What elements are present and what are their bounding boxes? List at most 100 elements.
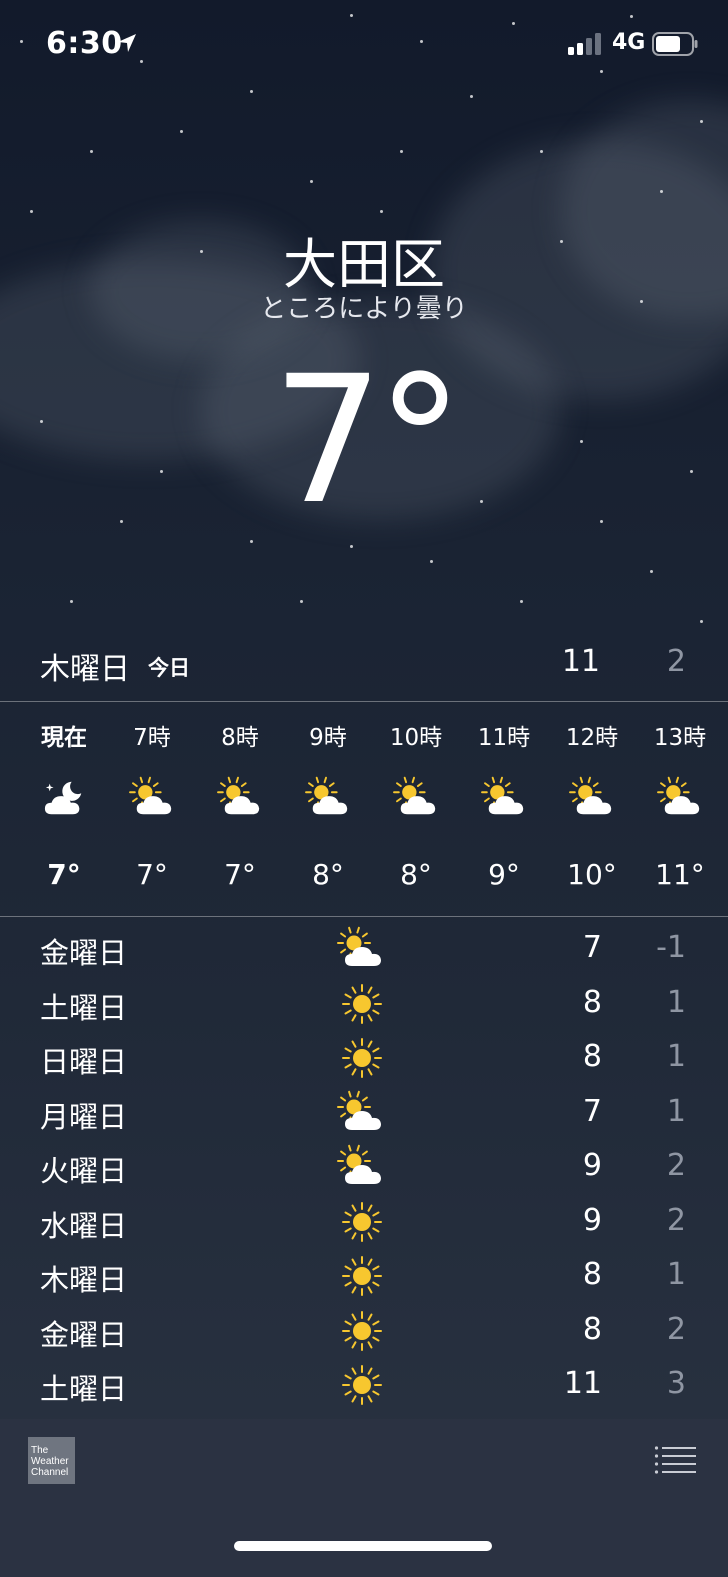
hour-temp: 11° — [655, 858, 705, 891]
star — [380, 210, 383, 213]
day-name: 月曜日 — [40, 1099, 128, 1134]
hourly-item: 11時 9° — [464, 702, 544, 916]
star — [180, 130, 183, 133]
day-high: 8 — [582, 1039, 602, 1074]
hour-temp: 7° — [136, 858, 168, 891]
day-high: 8 — [582, 1311, 602, 1347]
hourly-item: 8時 7° — [200, 702, 280, 916]
hourly-item: 10時 8° — [376, 702, 456, 916]
star — [650, 570, 653, 573]
day-high: 7 — [582, 930, 602, 965]
star — [70, 600, 73, 603]
sun-icon — [336, 1362, 388, 1408]
city-list-icon[interactable] — [654, 1445, 696, 1475]
hour-temp: 7° — [47, 858, 81, 891]
hour-label: 9時 — [309, 725, 347, 751]
day-name: 金曜日 — [40, 936, 128, 970]
hour-label: 10時 — [389, 725, 443, 751]
daily-forecast-row: 水曜日 9 2 — [0, 1195, 728, 1249]
day-name: 金曜日 — [40, 1317, 128, 1352]
day-low: 1 — [666, 1257, 686, 1292]
star — [350, 545, 353, 548]
day-high: 11 — [563, 1366, 602, 1401]
day-high: 7 — [582, 1093, 602, 1129]
sun-cloud-icon — [568, 776, 618, 820]
daily-forecast-row: 土曜日 11 3 — [0, 1358, 728, 1412]
footer-bar: The Weather Channel — [0, 1419, 728, 1577]
divider — [0, 916, 728, 917]
day-name: 日曜日 — [40, 1045, 128, 1079]
weather-condition: ところにより曇り — [260, 294, 468, 324]
daily-forecast-row: 土曜日 8 1 — [0, 977, 728, 1031]
daily-forecast-row: 金曜日 8 2 — [0, 1304, 728, 1358]
daily-forecast-row: 日曜日 8 1 — [0, 1031, 728, 1085]
star — [400, 150, 403, 153]
sun-cloud-icon — [336, 1144, 388, 1190]
star — [520, 600, 523, 603]
sun-icon — [336, 1253, 388, 1299]
star — [30, 210, 33, 213]
sun-icon — [336, 1308, 388, 1354]
day-low: 1 — [666, 1093, 686, 1129]
sun-cloud-icon — [656, 776, 706, 820]
star — [660, 190, 663, 193]
daily-forecast-row: 火曜日 9 2 — [0, 1140, 728, 1194]
sun-cloud-icon — [304, 776, 354, 820]
today-day: 木曜日 — [40, 652, 130, 687]
weather-channel-logo[interactable]: The Weather Channel — [28, 1437, 75, 1484]
daily-forecast-row: 木曜日 8 1 — [0, 1249, 728, 1303]
day-high: 8 — [582, 1257, 602, 1292]
daily-forecast-row: 金曜日 7 -1 — [0, 922, 728, 976]
hour-temp: 9° — [488, 858, 520, 891]
day-low: 2 — [666, 1148, 686, 1183]
hourly-item: 9時 8° — [288, 702, 368, 916]
sun-cloud-icon — [480, 776, 530, 820]
star — [470, 95, 473, 98]
hour-label: 8時 — [221, 725, 259, 751]
network-type: 4G — [612, 30, 646, 55]
hourly-item: 現在 7° — [24, 702, 104, 916]
hour-temp: 8° — [400, 858, 432, 891]
today-tag: 今日 — [148, 656, 190, 680]
hourly-forecast-strip[interactable]: 現在 7° 7時 7° 8時 7° 9時 8° 10時 8° 11時 9° 12時 10° 13時 11° — [0, 702, 728, 916]
signal-bars-icon — [568, 33, 601, 55]
star — [700, 120, 703, 123]
status-bar: 6:30 4G — [0, 0, 728, 90]
moon-cloud-icon — [40, 776, 90, 820]
star — [310, 180, 313, 183]
day-high: 8 — [582, 984, 602, 1020]
day-name: 水曜日 — [40, 1208, 128, 1243]
sun-icon — [336, 981, 388, 1027]
location-arrow-icon — [118, 34, 136, 52]
home-indicator[interactable] — [234, 1541, 492, 1551]
battery-icon — [652, 32, 698, 56]
sun-cloud-icon — [216, 776, 266, 820]
star — [700, 620, 703, 623]
hour-temp: 10° — [567, 858, 617, 891]
star — [300, 600, 303, 603]
hourly-item: 12時 10° — [552, 702, 632, 916]
today-low: 2 — [666, 644, 686, 679]
sun-cloud-icon — [336, 926, 388, 972]
day-low: 2 — [666, 1202, 686, 1238]
star — [250, 90, 253, 93]
today-summary-row: 木曜日 今日 11 2 — [0, 632, 728, 702]
day-name: 土曜日 — [40, 1372, 128, 1406]
daily-forecast-row: 月曜日 7 1 — [0, 1086, 728, 1140]
star — [90, 150, 93, 153]
sun-icon — [336, 1199, 388, 1245]
hour-label: 12時 — [565, 725, 619, 751]
star — [250, 540, 253, 543]
hour-label: 13時 — [653, 725, 707, 751]
status-time: 6:30 — [46, 26, 123, 61]
sun-cloud-icon — [392, 776, 442, 820]
hourly-item: 7時 7° — [112, 702, 192, 916]
day-low: 1 — [666, 984, 686, 1020]
day-low: 1 — [666, 1039, 686, 1074]
sun-icon — [336, 1035, 388, 1081]
day-name: 木曜日 — [40, 1263, 128, 1297]
day-name: 火曜日 — [40, 1154, 128, 1188]
hour-label: 現在 — [41, 725, 87, 751]
hour-temp: 8° — [312, 858, 344, 891]
sun-cloud-icon — [336, 1090, 388, 1136]
